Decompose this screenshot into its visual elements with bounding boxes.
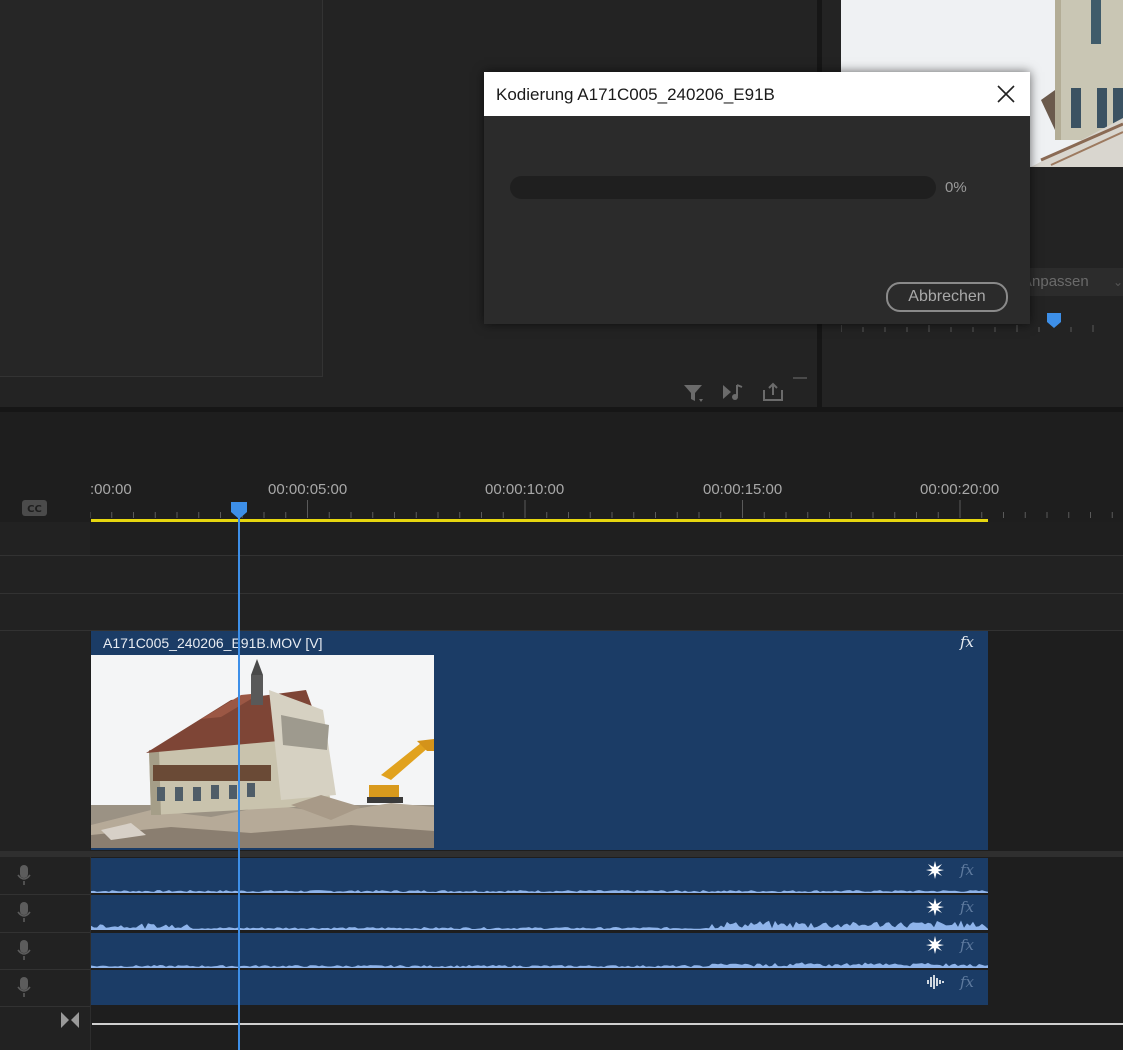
track-header-audio-2 — [0, 895, 90, 933]
microphone-icon[interactable] — [16, 864, 32, 886]
encoding-dialog: Kodierung A171C005_240206_E91B 0% Abbrec… — [484, 72, 1030, 324]
timecode-label: 00:00:20:00 — [920, 481, 1000, 498]
export-frame-icon[interactable] — [761, 381, 785, 403]
audio-waveform — [91, 890, 988, 893]
svg-text:CC: CC — [27, 504, 42, 515]
clip-name: A171C005_240206_E91B.MOV [V] — [103, 635, 323, 651]
sync-lock-icon[interactable] — [60, 1011, 80, 1029]
track-header — [0, 556, 90, 594]
microphone-icon[interactable] — [16, 976, 32, 998]
cancel-button[interactable]: Abbrechen — [886, 282, 1008, 312]
fx-badge[interactable]: fx — [960, 973, 974, 991]
audio-clip-1[interactable]: fx — [91, 858, 988, 893]
timecode-label: 00:00:05:00 — [268, 481, 348, 498]
timecode-label: :00:00 — [90, 481, 132, 498]
source-monitor-frame — [0, 0, 323, 377]
program-playhead-icon[interactable] — [1046, 312, 1062, 328]
track-row[interactable] — [90, 556, 1123, 594]
clip-thumbnail — [91, 655, 434, 848]
panel-menu-handle[interactable] — [793, 377, 807, 379]
closed-captions-icon[interactable]: CC — [22, 500, 47, 516]
chevron-down-icon: ⌄ — [1112, 275, 1123, 289]
burst-icon[interactable] — [926, 936, 944, 954]
track-row[interactable] — [90, 594, 1123, 631]
fx-badge[interactable]: fx — [960, 861, 974, 879]
track-header-audio-4 — [0, 970, 90, 1007]
fx-badge[interactable]: fx — [960, 936, 974, 954]
track-header — [0, 522, 90, 556]
audio-clip-4[interactable]: fx — [91, 970, 988, 1005]
microphone-icon[interactable] — [16, 901, 32, 923]
progress-percent-label: 0% — [945, 179, 967, 196]
burst-icon[interactable] — [926, 898, 944, 916]
track-divider[interactable] — [0, 851, 1123, 857]
playhead-line[interactable] — [238, 514, 240, 1050]
audio-waveform — [91, 962, 988, 968]
track-header — [0, 594, 90, 631]
timecode-label: 00:00:10:00 — [485, 481, 565, 498]
dialog-title: Kodierung A171C005_240206_E91B — [496, 85, 775, 104]
close-icon[interactable] — [992, 80, 1020, 108]
waveform-icon[interactable] — [926, 973, 944, 991]
video-clip[interactable]: A171C005_240206_E91B.MOV [V] fx — [91, 631, 988, 850]
timecode-label: 00:00:15:00 — [703, 481, 783, 498]
dialog-titlebar[interactable]: Kodierung A171C005_240206_E91B — [484, 72, 1030, 116]
filter-icon[interactable] — [682, 382, 706, 404]
progress-bar — [510, 176, 936, 199]
audio-clip-2[interactable]: fx — [91, 895, 988, 930]
burst-icon[interactable] — [926, 861, 944, 879]
fx-badge[interactable]: fx — [960, 633, 974, 651]
track-row[interactable] — [90, 522, 1123, 556]
fx-badge[interactable]: fx — [960, 898, 974, 916]
fit-label: Anpassen — [1022, 273, 1089, 290]
track-header-audio-1 — [0, 857, 90, 895]
audio-clip-3[interactable]: fx — [91, 933, 988, 968]
insert-audio-icon[interactable] — [721, 381, 745, 403]
microphone-icon[interactable] — [16, 939, 32, 961]
track-header-audio-3 — [0, 933, 90, 970]
audio-waveform — [91, 920, 988, 930]
playhead-handle-icon[interactable] — [230, 501, 248, 519]
timeline-scrollbar[interactable] — [92, 1023, 1123, 1025]
